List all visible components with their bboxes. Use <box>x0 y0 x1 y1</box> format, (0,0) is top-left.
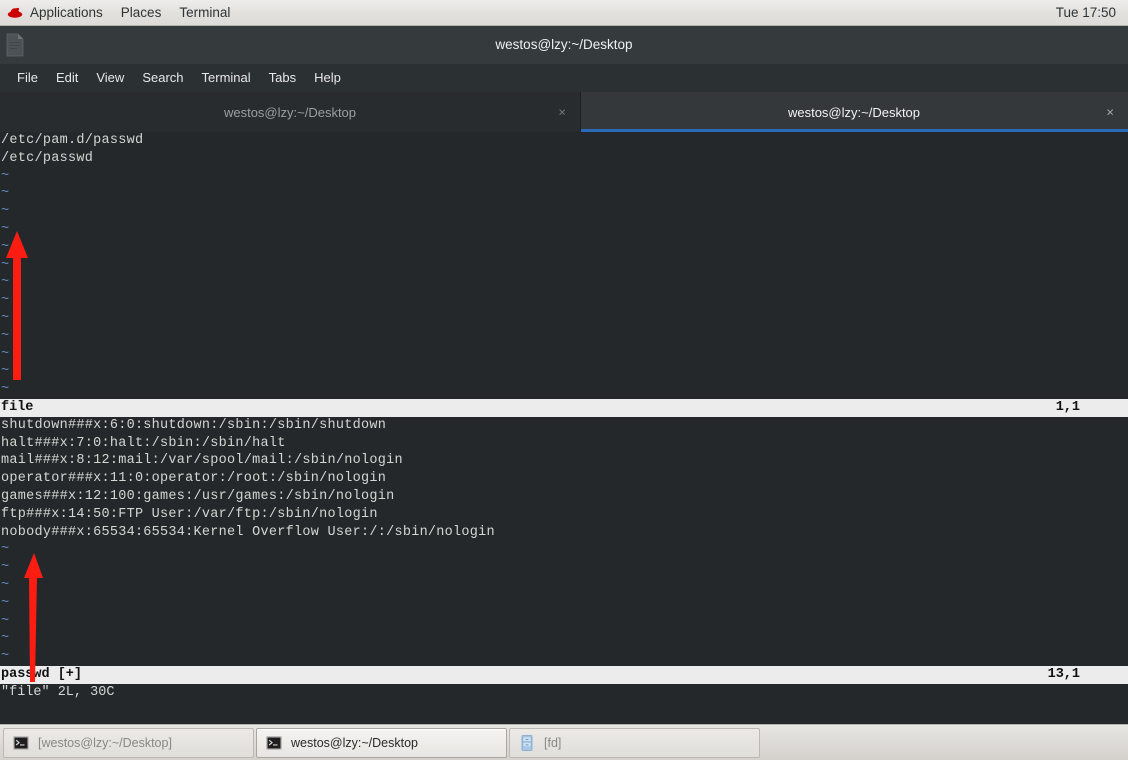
top-panel-places-label: Places <box>120 5 162 20</box>
taskbar-item-terminal-1-label: [westos@lzy:~/Desktop] <box>38 735 172 750</box>
menu-help[interactable]: Help <box>305 66 350 90</box>
tab-terminal-2[interactable]: westos@lzy:~/Desktop × <box>580 92 1128 132</box>
vim-tilde: ~ <box>1 595 10 611</box>
vim-tilde: ~ <box>1 310 10 326</box>
top-panel-menu-applications[interactable]: Applications <box>0 0 112 26</box>
vim-bottom-line: mail###x:8:12:mail:/var/spool/mail:/sbin… <box>1 453 403 469</box>
top-panel-menu-terminal[interactable]: Terminal <box>170 0 239 26</box>
vim-tilde: ~ <box>1 346 10 362</box>
vim-tilde: ~ <box>1 221 10 237</box>
top-panel-menu-places[interactable]: Places <box>112 0 171 26</box>
top-panel-clock[interactable]: Tue 17:50 <box>1056 5 1128 20</box>
window-titlebar[interactable]: westos@lzy:~/Desktop <box>0 26 1128 64</box>
vim-statusline-top: file 1,1 <box>0 398 1128 417</box>
taskbar-item-file-manager-label: [fd] <box>544 735 562 750</box>
tab-terminal-1-label: westos@lzy:~/Desktop <box>223 104 357 120</box>
vim-bottom-line: shutdown###x:6:0:shutdown:/sbin:/sbin/sh… <box>1 417 387 433</box>
vim-bottom-line: nobody###x:65534:65534:Kernel Overflow U… <box>1 524 495 540</box>
file-manager-icon <box>518 734 536 752</box>
taskbar-item-terminal-2-label: westos@lzy:~/Desktop <box>291 735 418 750</box>
vim-tilde: ~ <box>1 293 10 309</box>
taskbar-item-terminal-2[interactable]: westos@lzy:~/Desktop <box>256 727 507 758</box>
vim-tilde: ~ <box>1 542 10 558</box>
vim-statusline-bottom-position: 13,1 <box>1047 666 1080 682</box>
vim-tilde: ~ <box>1 328 10 344</box>
window-title: westos@lzy:~/Desktop <box>495 37 633 52</box>
vim-tilde: ~ <box>1 577 10 593</box>
terminal-icon <box>265 734 283 752</box>
vim-tilde: ~ <box>1 186 10 202</box>
menu-search[interactable]: Search <box>133 66 192 90</box>
document-icon <box>5 32 27 58</box>
vim-bottom-line: ftp###x:14:50:FTP User:/var/ftp:/sbin/no… <box>1 506 378 522</box>
tab-close-icon[interactable]: × <box>558 106 566 119</box>
tab-terminal-1[interactable]: westos@lzy:~/Desktop × <box>0 92 580 132</box>
vim-tilde: ~ <box>1 275 10 291</box>
vim-tilde: ~ <box>1 560 10 576</box>
vim-tilde: ~ <box>1 364 10 380</box>
vim-tilde: ~ <box>1 631 10 647</box>
vim-bottom-line: halt###x:7:0:halt:/sbin:/sbin/halt <box>1 435 286 451</box>
vim-tilde: ~ <box>1 649 10 665</box>
menu-tabs[interactable]: Tabs <box>260 66 305 90</box>
vim-tilde: ~ <box>1 168 10 184</box>
taskbar-item-file-manager[interactable]: [fd] <box>509 727 760 758</box>
terminal-tabbar: westos@lzy:~/Desktop × westos@lzy:~/Desk… <box>0 92 1128 132</box>
menu-file[interactable]: File <box>8 66 47 90</box>
vim-tilde: ~ <box>1 239 10 255</box>
vim-statusline-bottom-filename: passwd [+] <box>1 666 83 682</box>
tab-divider <box>580 92 581 132</box>
menu-view[interactable]: View <box>87 66 133 90</box>
vim-tilde: ~ <box>1 613 10 629</box>
terminal-content[interactable]: /etc/pam.d/passwd /etc/passwd ~ ~ ~ ~ ~ … <box>0 132 1128 724</box>
menu-terminal[interactable]: Terminal <box>193 66 260 90</box>
vim-top-line: /etc/pam.d/passwd <box>1 133 144 148</box>
vim-tilde: ~ <box>1 204 10 220</box>
top-panel-applications-label: Applications <box>30 5 103 20</box>
window-list-taskbar: [westos@lzy:~/Desktop] westos@lzy:~/Desk… <box>0 724 1128 760</box>
redhat-logo-icon <box>7 6 23 20</box>
tab-close-icon[interactable]: × <box>1106 106 1114 119</box>
vim-pane-top[interactable]: /etc/pam.d/passwd /etc/passwd ~ ~ ~ ~ ~ … <box>0 132 1128 399</box>
vim-tilde: ~ <box>1 257 10 273</box>
tab-terminal-2-label: westos@lzy:~/Desktop <box>787 104 921 120</box>
vim-top-line: /etc/passwd <box>1 150 94 166</box>
vim-bottom-line: operator###x:11:0:operator:/root:/sbin/n… <box>1 471 387 487</box>
desktop-screen: Applications Places Terminal Tue 17:50 w… <box>0 0 1128 760</box>
gnome-top-panel: Applications Places Terminal Tue 17:50 <box>0 0 1128 26</box>
terminal-icon <box>12 734 30 752</box>
vim-bottom-line: games###x:12:100:games:/usr/games:/sbin/… <box>1 488 395 504</box>
vim-tilde: ~ <box>1 382 10 398</box>
terminal-menubar: File Edit View Search Terminal Tabs Help <box>0 64 1128 92</box>
vim-pane-bottom[interactable]: shutdown###x:6:0:shutdown:/sbin:/sbin/sh… <box>0 417 1128 666</box>
taskbar-item-terminal-1[interactable]: [westos@lzy:~/Desktop] <box>3 727 254 758</box>
vim-command-line[interactable]: "file" 2L, 30C <box>0 684 1128 702</box>
vim-statusline-bottom: passwd [+] 13,1 <box>0 665 1128 684</box>
menu-edit[interactable]: Edit <box>47 66 87 90</box>
vim-statusline-top-filename: file <box>1 399 34 415</box>
top-panel-terminal-label: Terminal <box>179 5 231 20</box>
vim-statusline-top-position: 1,1 <box>1055 399 1080 415</box>
